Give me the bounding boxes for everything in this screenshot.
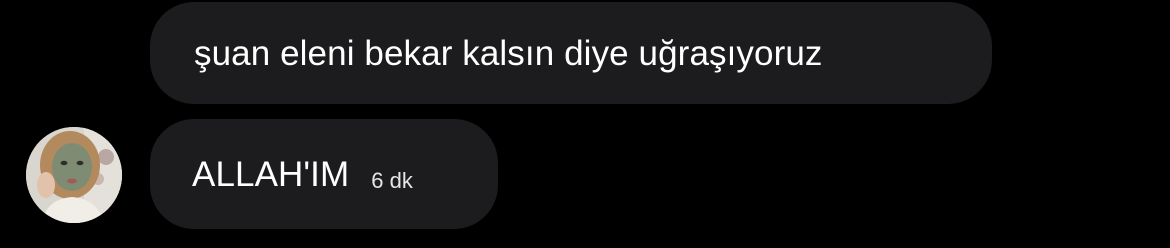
message-bubble[interactable]: şuan eleni bekar kalsın diye uğraşıyoruz (150, 2, 992, 104)
message-text: şuan eleni bekar kalsın diye uğraşıyoruz (194, 33, 823, 73)
message-bubble[interactable]: ALLAH'IM 6 dk (150, 119, 498, 229)
message-timestamp: 6 dk (371, 168, 413, 193)
message-text: ALLAH'IM (192, 154, 350, 194)
sender-avatar[interactable] (26, 127, 122, 223)
avatar-image (26, 127, 122, 223)
